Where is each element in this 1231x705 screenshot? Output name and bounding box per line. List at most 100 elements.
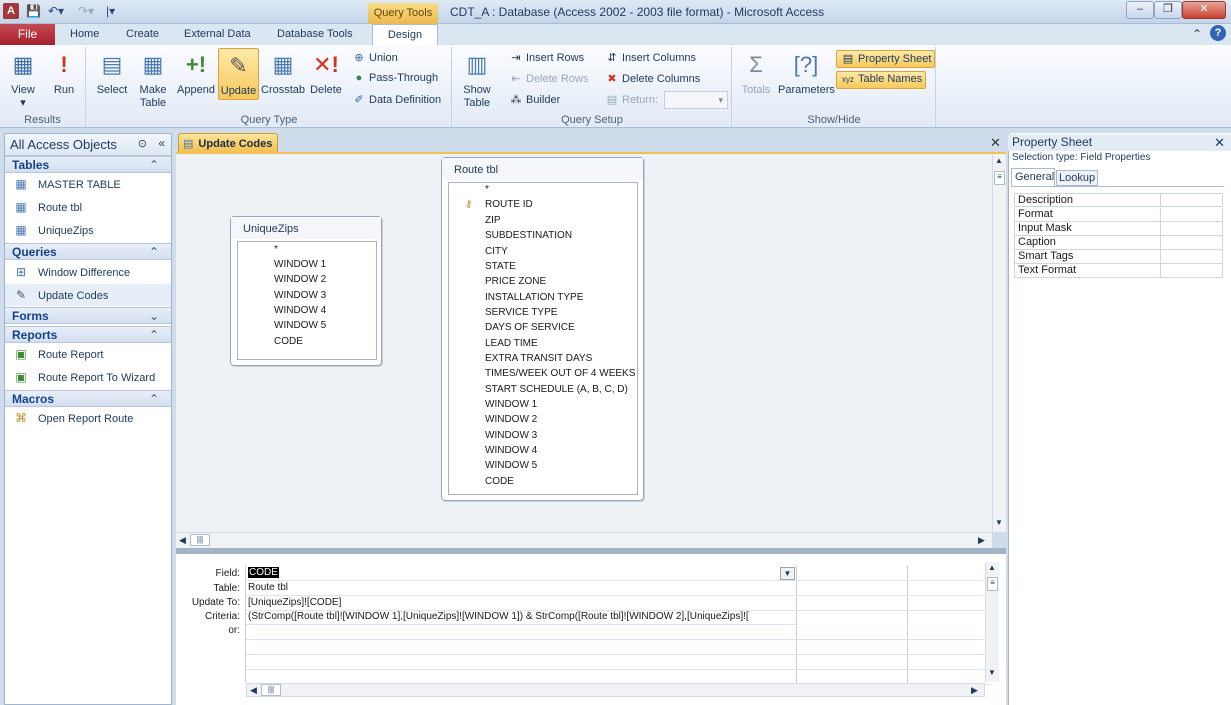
view-button[interactable]: ▦ View ▾ xyxy=(6,50,40,110)
field-item[interactable]: ZIP xyxy=(485,215,501,226)
table-names-button[interactable]: xyz Table Names xyxy=(836,71,927,89)
save-icon[interactable]: 💾 xyxy=(26,4,41,18)
grid-vertical-scrollbar[interactable]: ▲ ≡ ▼ xyxy=(985,562,999,682)
run-button[interactable]: ! Run xyxy=(48,50,80,97)
pass-through-button[interactable]: ● Pass-Through xyxy=(351,72,438,84)
select-query-button[interactable]: ▤ Select xyxy=(94,50,130,97)
undo-icon[interactable]: ↶▾ xyxy=(48,4,64,18)
make-table-button[interactable]: ▦ Make Table xyxy=(134,50,172,110)
grid-cell-empty[interactable] xyxy=(246,640,992,655)
nav-section-macros[interactable]: Macros ⌃ xyxy=(5,390,171,407)
field-item[interactable]: INSTALLATION TYPE xyxy=(485,292,583,303)
insert-rows-button[interactable]: ⇥ Insert Rows xyxy=(508,51,584,64)
field-item[interactable]: START SCHEDULE (A, B, C, D) xyxy=(485,384,628,395)
tab-create[interactable]: Create xyxy=(126,28,159,40)
tab-general[interactable]: General xyxy=(1011,168,1055,186)
nav-section-tables[interactable]: Tables ⌃ xyxy=(5,156,171,173)
maximize-button[interactable]: ❐ xyxy=(1154,1,1182,19)
grid-cell-field[interactable]: CODE xyxy=(246,566,992,581)
close-document-icon[interactable]: ✕ xyxy=(990,135,1001,151)
tab-external-data[interactable]: External Data xyxy=(184,28,251,40)
prop-row-input-mask[interactable]: Input Mask xyxy=(1014,222,1223,236)
grid-cell-update-to[interactable]: [UniqueZips]![CODE] xyxy=(246,596,992,611)
nav-item-route-report[interactable]: ▣ Route Report xyxy=(12,344,103,364)
collapse-pane-icon[interactable]: « xyxy=(158,136,165,150)
close-property-sheet-icon[interactable]: ✕ xyxy=(1214,135,1225,151)
builder-button[interactable]: ⁂ Builder xyxy=(508,93,561,106)
nav-filter-dropdown-icon[interactable]: ⊙ xyxy=(138,137,147,150)
access-app-icon[interactable]: A xyxy=(3,3,19,19)
table-pane-vertical-scrollbar[interactable]: ▲ ≡ ▼ xyxy=(992,154,1006,532)
table-box-uniquezips[interactable]: UniqueZips * WINDOW 1 WINDOW 2 WINDOW 3 … xyxy=(230,216,382,366)
minimize-button[interactable]: – xyxy=(1126,1,1154,19)
field-item[interactable]: SUBDESTINATION xyxy=(485,230,572,241)
union-button[interactable]: ⊕ Union xyxy=(351,51,397,64)
customize-toolbar-icon[interactable]: |▾ xyxy=(106,4,115,18)
update-button[interactable]: ✎ Update xyxy=(218,48,259,100)
field-item[interactable]: WINDOW 5 xyxy=(485,460,537,471)
field-item[interactable]: CODE xyxy=(274,336,303,347)
tab-update-codes[interactable]: ▤ Update Codes xyxy=(178,133,278,153)
append-button[interactable]: +! Append xyxy=(175,50,217,97)
field-list[interactable]: * ⚷ ROUTE ID ZIP SUBDESTINATION CITY STA… xyxy=(448,182,638,495)
parameters-button[interactable]: [?] Parameters xyxy=(778,50,835,97)
field-item[interactable]: WINDOW 4 xyxy=(485,445,537,456)
field-item[interactable]: CODE xyxy=(485,476,514,487)
field-item[interactable]: STATE xyxy=(485,261,516,272)
data-definition-button[interactable]: ✐ Data Definition xyxy=(351,93,441,106)
nav-section-forms[interactable]: Forms ⌄ xyxy=(5,307,171,324)
field-dropdown-arrow[interactable]: ▼ xyxy=(780,567,795,580)
field-item[interactable]: EXTRA TRANSIT DAYS xyxy=(485,353,592,364)
field-item[interactable]: WINDOW 3 xyxy=(485,430,537,441)
field-item[interactable]: * xyxy=(274,244,278,255)
field-item[interactable]: WINDOW 1 xyxy=(485,399,537,410)
nav-item-route-report-to-wizard[interactable]: ▣ Route Report To Wizard xyxy=(12,367,155,387)
close-window-button[interactable]: ✕ xyxy=(1182,1,1226,19)
delete-query-button[interactable]: ✕! Delete xyxy=(307,50,345,97)
table-box-title[interactable]: Route tbl xyxy=(442,158,643,180)
prop-row-description[interactable]: Description xyxy=(1014,193,1223,207)
insert-columns-button[interactable]: ⇵ Insert Columns xyxy=(604,51,696,64)
help-icon[interactable]: ? xyxy=(1210,25,1226,41)
property-sheet-button[interactable]: ▤ Property Sheet xyxy=(836,50,936,68)
field-item[interactable]: WINDOW 1 xyxy=(274,259,326,270)
field-item[interactable]: WINDOW 3 xyxy=(274,290,326,301)
tab-home[interactable]: Home xyxy=(70,28,99,40)
table-box-route-tbl[interactable]: Route tbl * ⚷ ROUTE ID ZIP SUBDESTINATIO… xyxy=(441,157,644,501)
nav-item-window-difference[interactable]: ⊞ Window Difference xyxy=(12,262,130,282)
nav-item-uniquezips[interactable]: ▦ UniqueZips xyxy=(12,220,93,240)
field-item[interactable]: WINDOW 4 xyxy=(274,305,326,316)
field-item[interactable]: DAYS OF SERVICE xyxy=(485,322,575,333)
field-item[interactable]: PRICE ZONE xyxy=(485,276,546,287)
crosstab-button[interactable]: ▦ Crosstab xyxy=(261,50,305,97)
tab-database-tools[interactable]: Database Tools xyxy=(277,28,353,40)
grid-cell-empty[interactable] xyxy=(246,655,992,670)
field-item[interactable]: WINDOW 5 xyxy=(274,320,326,331)
nav-item-master-table[interactable]: ▦ MASTER TABLE xyxy=(12,174,120,194)
field-item[interactable]: CITY xyxy=(485,246,508,257)
field-item[interactable]: ROUTE ID xyxy=(485,199,533,210)
tab-design[interactable]: Design xyxy=(372,24,438,46)
prop-row-caption[interactable]: Caption xyxy=(1014,236,1223,250)
delete-columns-button[interactable]: ✖ Delete Columns xyxy=(604,72,700,85)
field-item[interactable]: TIMES/WEEK OUT OF 4 WEEKS xyxy=(485,368,635,379)
tab-file[interactable]: File xyxy=(0,24,55,45)
grid-cell-criteria[interactable]: (StrComp([Route tbl]![WINDOW 1],[UniqueZ… xyxy=(246,610,797,625)
tab-lookup[interactable]: Lookup xyxy=(1056,170,1098,186)
field-list[interactable]: * WINDOW 1 WINDOW 2 WINDOW 3 WINDOW 4 WI… xyxy=(237,241,377,360)
navigation-pane-header[interactable]: All Access Objects ⊙ « xyxy=(5,134,171,156)
field-item[interactable]: SERVICE TYPE xyxy=(485,307,557,318)
prop-row-format[interactable]: Format xyxy=(1014,208,1223,222)
prop-row-text-format[interactable]: Text Format xyxy=(1014,264,1223,278)
show-table-button[interactable]: ▥ Show Table xyxy=(458,50,496,110)
grid-cell-table[interactable]: Route tbl xyxy=(246,581,992,596)
field-item[interactable]: LEAD TIME xyxy=(485,338,538,349)
field-item[interactable]: * xyxy=(485,184,489,195)
prop-row-smart-tags[interactable]: Smart Tags xyxy=(1014,250,1223,264)
nav-item-open-report-route[interactable]: ⌘ Open Report Route xyxy=(12,408,133,428)
grid-horizontal-scrollbar[interactable]: ◀ ||| ▶ xyxy=(246,683,985,697)
table-box-title[interactable]: UniqueZips xyxy=(231,217,381,239)
field-item[interactable]: WINDOW 2 xyxy=(485,414,537,425)
nav-item-update-codes[interactable]: ✎ Update Codes xyxy=(12,285,108,305)
table-pane-horizontal-scrollbar[interactable]: ◀ ||| ▶ xyxy=(176,532,992,548)
